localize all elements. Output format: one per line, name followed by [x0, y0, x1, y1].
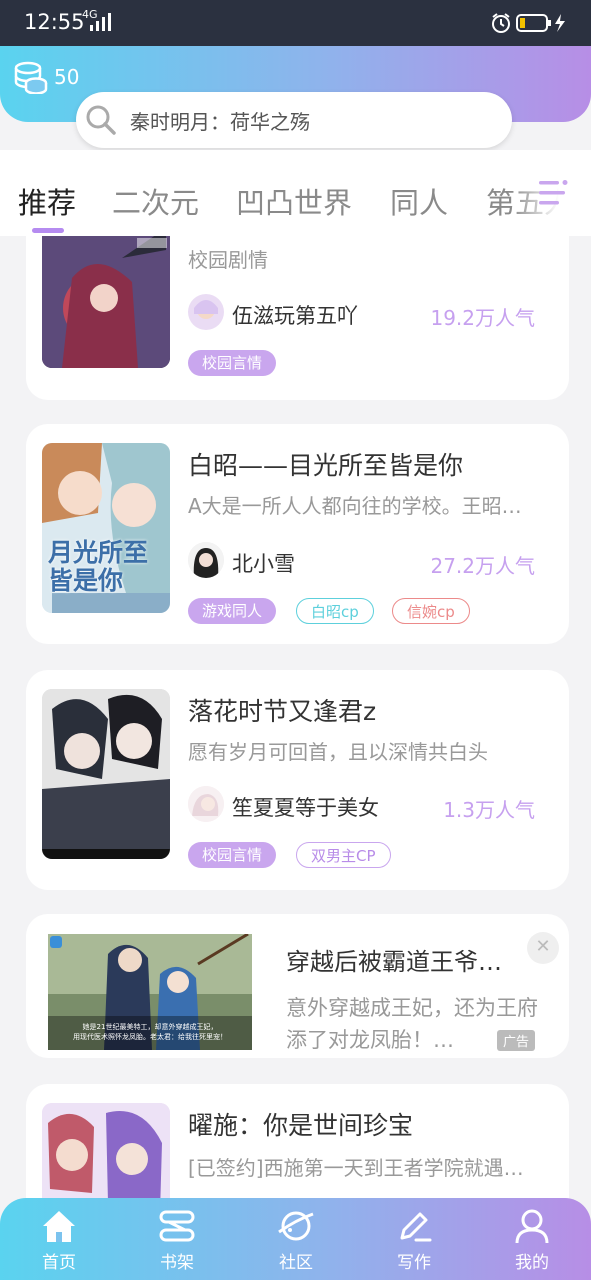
nav-write[interactable]: 写作 — [374, 1206, 454, 1273]
book-description: 校园剧情 — [188, 248, 268, 272]
charging-icon — [555, 14, 565, 32]
pen-icon — [400, 1212, 432, 1242]
book-cover — [42, 689, 170, 859]
network-indicator: 4G — [82, 9, 111, 31]
signal-icon — [90, 13, 111, 31]
book-description: A大是一所人人都向往的学校。王昭… — [188, 494, 522, 518]
nav-bookshelf[interactable]: 书架 — [137, 1206, 217, 1273]
planet-icon — [278, 1211, 314, 1241]
ad-title: 穿越后被霸道王爷… — [286, 948, 502, 976]
book-tag[interactable]: 校园言情 — [188, 842, 277, 868]
battery-icon — [516, 14, 551, 32]
nav-write-label: 写作 — [397, 1253, 431, 1273]
coin-count: 50 — [54, 65, 80, 89]
book-tag[interactable]: 游戏同人 — [188, 598, 277, 624]
nav-home[interactable]: 首页 — [19, 1206, 99, 1273]
book-tag[interactable]: 白昭cp — [296, 598, 374, 624]
status-right — [491, 12, 569, 34]
author-name: 伍滋玩第五吖 — [232, 304, 358, 328]
author-name: 北小雪 — [232, 552, 295, 576]
book-description: [已签约]西施第一天到王者学院就遇… — [188, 1156, 524, 1180]
bottom-navigation: 首页 书架 社区 写作 我的 — [0, 1198, 591, 1280]
book-title: 曜施：你是世间珍宝 — [188, 1111, 414, 1140]
search-bar[interactable]: 秦时明月：荷华之殇 — [76, 92, 512, 148]
author-name: 笙夏夏等于美女 — [232, 796, 379, 820]
nav-profile[interactable]: 我的 — [492, 1206, 572, 1273]
book-card[interactable]: 月光所至皆是你 白昭——目光所至皆是你 A大是一所人人都向往的学校。王昭… 北小… — [26, 424, 569, 644]
ad-card[interactable]: 她是21世纪最美特工，却意外穿越成王妃， 用现代医术照怀龙凤胎。老太君：给我往死… — [26, 914, 569, 1058]
book-title: 白昭——目光所至皆是你 — [188, 451, 464, 480]
author-avatar — [188, 294, 224, 330]
status-bar: 12:55 4G — [0, 0, 591, 46]
close-ad-icon[interactable]: ✕ — [527, 932, 559, 964]
book-cover: 月光所至皆是你 — [42, 443, 170, 613]
ad-image[interactable]: 她是21世纪最美特工，却意外穿越成王妃， 用现代医术照怀龙凤胎。老太君：给我往死… — [48, 934, 252, 1050]
book-description: 愿有岁月可回首，且以深情共白头 — [188, 740, 488, 764]
ad-image-caption: 她是21世纪最美特工，却意外穿越成王妃， 用现代医术照怀龙凤胎。老太君：给我往死… — [73, 1023, 227, 1041]
search-icon — [86, 105, 116, 135]
book-tag[interactable]: 双男主CP — [296, 842, 391, 868]
book-tag[interactable]: 信婉cp — [392, 598, 470, 624]
cover-title-text: 月光所至皆是你 — [48, 538, 149, 595]
book-tag[interactable]: 校园言情 — [188, 350, 277, 376]
nav-home-label: 首页 — [42, 1253, 76, 1273]
author-avatar — [188, 542, 224, 578]
alarm-icon — [492, 13, 510, 33]
category-menu-icon[interactable] — [537, 178, 571, 208]
book-title: 落花时节又逢君z — [188, 697, 377, 726]
search-placeholder: 秦时明月：荷华之殇 — [130, 109, 310, 134]
bookshelf-icon — [159, 1210, 195, 1242]
popularity: 1.3万人气 — [443, 798, 535, 822]
tab-aotu-world[interactable]: 凹凸世界 — [236, 180, 352, 222]
tab-recommend[interactable]: 推荐 — [18, 180, 76, 222]
home-icon — [43, 1211, 75, 1242]
popularity: 27.2万人气 — [430, 554, 535, 578]
book-card[interactable]: 落花时节又逢君z 愿有岁月可回首，且以深情共白头 笙夏夏等于美女 1.3万人气 … — [26, 670, 569, 890]
tab-fanfic[interactable]: 同人 — [390, 180, 448, 222]
profile-icon — [515, 1209, 549, 1244]
coins-icon — [14, 61, 48, 94]
author-avatar — [188, 786, 224, 822]
status-time: 12:55 — [24, 10, 85, 34]
tab-anime[interactable]: 二次元 — [112, 180, 199, 222]
nav-bookshelf-label: 书架 — [160, 1253, 194, 1273]
book-card[interactable]: 校园剧情 伍滋玩第五吖 19.2万人气 校园言情 — [26, 236, 569, 400]
active-tab-indicator — [32, 228, 64, 233]
nav-profile-label: 我的 — [515, 1253, 549, 1273]
coin-balance[interactable]: 50 — [14, 60, 79, 94]
ad-badge: 广告 — [496, 1030, 535, 1051]
book-cover — [42, 236, 170, 368]
nav-community[interactable]: 社区 — [256, 1206, 336, 1273]
nav-community-label: 社区 — [279, 1253, 313, 1273]
popularity: 19.2万人气 — [430, 306, 535, 330]
category-tabs: 推荐 二次元 凹凸世界 同人 第五人 — [0, 150, 591, 236]
